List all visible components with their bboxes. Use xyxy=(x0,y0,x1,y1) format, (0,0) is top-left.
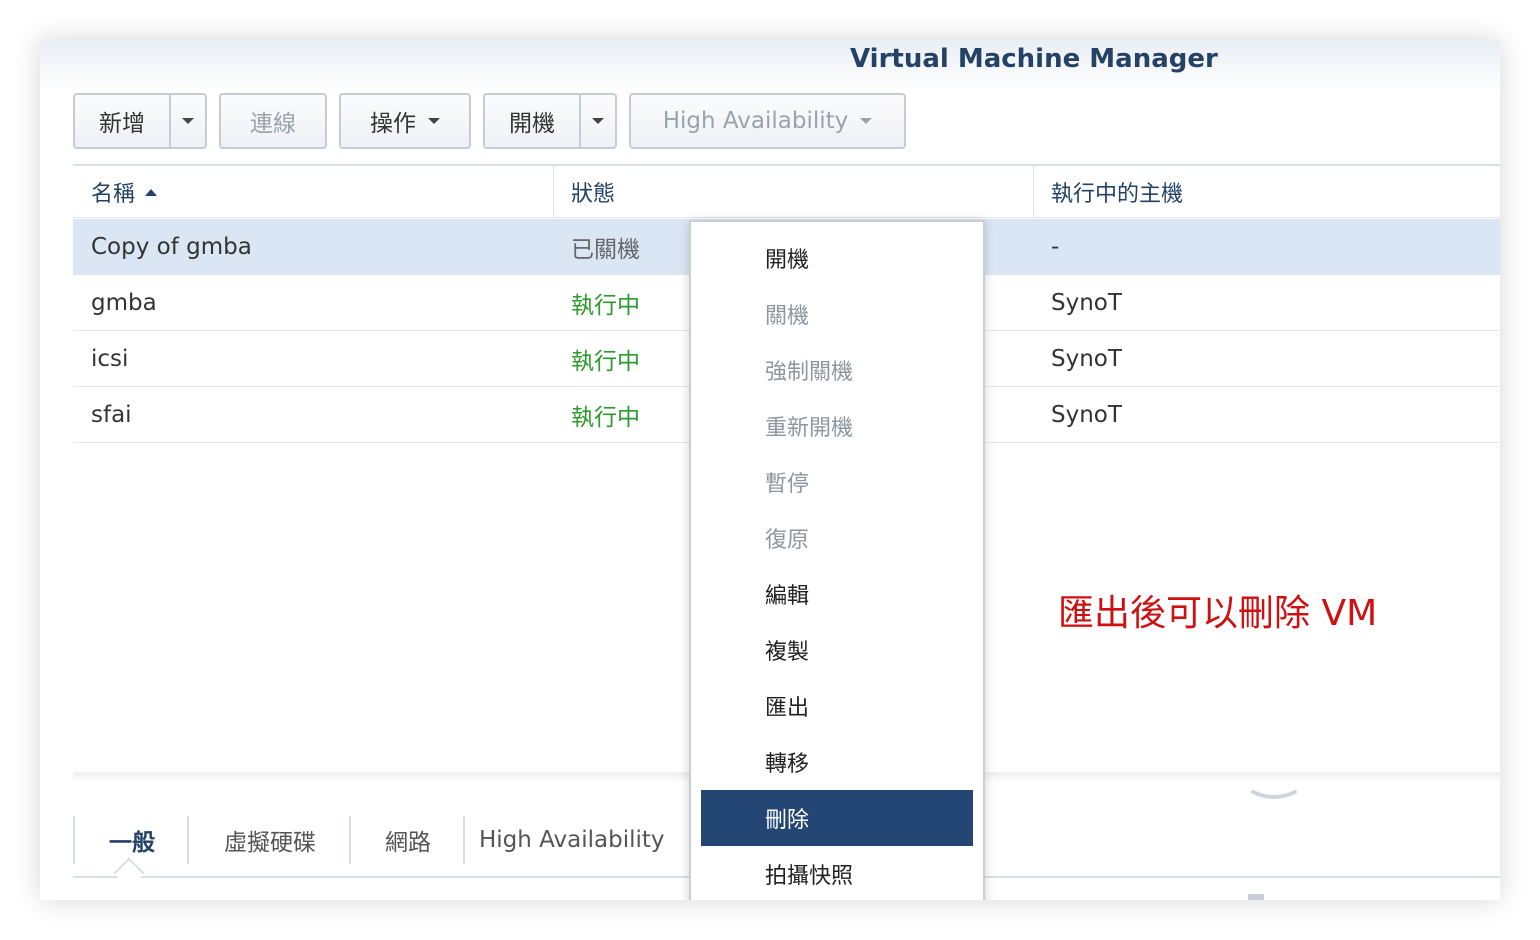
power-on-button[interactable]: 開機 xyxy=(485,95,579,147)
menu-item-clone[interactable]: 複製 xyxy=(701,622,973,678)
tab-divider xyxy=(73,816,75,864)
menu-item-pause[interactable]: 暫停 xyxy=(701,454,973,510)
column-header-status[interactable]: 狀態 xyxy=(571,166,615,218)
vm-status: 已關機 xyxy=(571,237,640,263)
annotation-text: 匯出後可以刪除 VM xyxy=(1058,593,1378,634)
caret-down-icon xyxy=(592,118,604,124)
power-on-split-button: 開機 xyxy=(483,93,617,149)
tab-divider xyxy=(187,816,189,864)
menu-item-edit[interactable]: 編輯 xyxy=(701,566,973,622)
vm-status: 執行中 xyxy=(571,405,640,431)
add-dropdown-toggle[interactable] xyxy=(169,95,205,147)
column-header-host[interactable]: 執行中的主機 xyxy=(1051,166,1183,218)
menu-item-take-snapshot[interactable]: 拍攝快照 xyxy=(701,846,973,900)
vm-status: 執行中 xyxy=(571,349,640,375)
grid-header: 名稱 狀態 執行中的主機 xyxy=(73,166,1500,218)
tab-divider xyxy=(349,816,351,864)
tab-virtual-disks[interactable]: 虛擬硬碟 xyxy=(191,812,349,868)
sort-ascending-icon xyxy=(145,188,158,196)
menu-item-power-on[interactable]: 開機 xyxy=(701,230,973,286)
caret-down-icon xyxy=(860,118,873,124)
menu-item-reboot[interactable]: 重新開機 xyxy=(701,398,973,454)
tab-general[interactable]: 一般 xyxy=(77,812,187,868)
vm-name: icsi xyxy=(91,346,129,372)
column-header-name[interactable]: 名稱 xyxy=(91,166,158,218)
caret-down-icon xyxy=(182,118,194,124)
vmm-window: Virtual Machine Manager 新增 連線 操作 開機 High… xyxy=(40,40,1500,900)
vm-host: SynoT xyxy=(1051,290,1122,316)
menu-item-force-shutdown[interactable]: 強制關機 xyxy=(701,342,973,398)
add-split-button: 新增 xyxy=(73,93,207,149)
caret-down-icon xyxy=(428,118,440,124)
add-button[interactable]: 新增 xyxy=(75,95,169,147)
menu-item-delete[interactable]: 刪除 xyxy=(701,790,973,846)
app-title: Virtual Machine Manager xyxy=(850,44,1218,74)
column-divider[interactable] xyxy=(553,166,554,218)
vm-host: SynoT xyxy=(1051,402,1122,428)
power-on-dropdown-toggle[interactable] xyxy=(579,95,615,147)
collapse-panel-icon[interactable] xyxy=(1250,788,1298,804)
title-bar: Virtual Machine Manager xyxy=(40,40,1500,92)
vm-host: SynoT xyxy=(1051,346,1122,372)
vm-name: sfai xyxy=(91,402,132,428)
context-menu: 開機 關機 強制關機 重新開機 暫停 復原 編輯 複製 匯出 轉移 刪除 拍攝快… xyxy=(689,220,985,900)
vm-name: gmba xyxy=(91,290,157,316)
menu-item-export[interactable]: 匯出 xyxy=(701,678,973,734)
vm-status: 執行中 xyxy=(571,293,640,319)
column-header-name-label: 名稱 xyxy=(91,182,136,207)
high-availability-button[interactable]: High Availability xyxy=(629,93,906,149)
vm-name: Copy of gmba xyxy=(91,234,252,260)
scrollbar-thumb[interactable] xyxy=(1248,894,1264,900)
menu-item-shutdown[interactable]: 關機 xyxy=(701,286,973,342)
tab-high-availability[interactable]: High Availability xyxy=(479,812,709,868)
tab-network[interactable]: 網路 xyxy=(353,812,463,868)
menu-item-resume[interactable]: 復原 xyxy=(701,510,973,566)
action-button[interactable]: 操作 xyxy=(339,93,471,149)
high-availability-button-label: High Availability xyxy=(662,108,849,134)
column-divider[interactable] xyxy=(1033,166,1034,218)
vm-host: - xyxy=(1051,234,1060,260)
tab-divider xyxy=(463,816,465,864)
menu-item-migrate[interactable]: 轉移 xyxy=(701,734,973,790)
action-button-label: 操作 xyxy=(370,111,416,137)
connect-button[interactable]: 連線 xyxy=(219,93,327,149)
